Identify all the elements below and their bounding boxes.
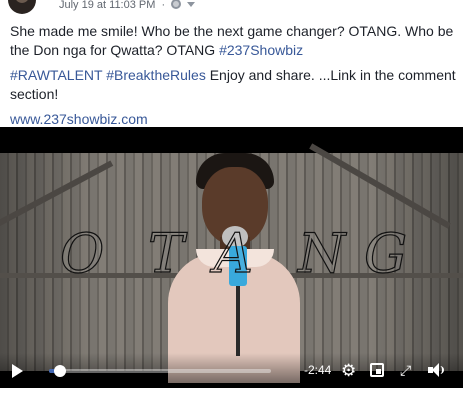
post-body: She made me smile! Who be the next game …: [10, 22, 460, 135]
hashtag-link[interactable]: #237Showbiz: [219, 42, 303, 58]
video-title-letter: N: [297, 222, 346, 285]
post-meta: July 19 at 11:03 PM ·: [59, 0, 196, 11]
post-footer-spacer: [0, 388, 467, 400]
hashtag-link[interactable]: #BreaktheRules: [106, 67, 206, 83]
post-paragraph-2: #RAWTALENT #BreaktheRules Enjoy and shar…: [10, 66, 460, 104]
progress-bar[interactable]: [49, 365, 271, 377]
volume-cone: [432, 363, 439, 377]
video-title-letter: O: [59, 222, 105, 285]
fullscreen-icon[interactable]: ⤢: [400, 363, 411, 377]
avatar[interactable]: [8, 0, 36, 14]
gear-icon[interactable]: ⚙: [341, 362, 356, 379]
progress-handle[interactable]: [54, 365, 67, 377]
post-paragraph-1: She made me smile! Who be the next game …: [10, 22, 460, 60]
meta-separator: ·: [161, 0, 166, 11]
volume-icon[interactable]: [428, 363, 444, 377]
website-link[interactable]: www.237showbiz.com: [10, 111, 148, 127]
hashtag-link[interactable]: #RAWTALENT: [10, 67, 102, 83]
post-timestamp[interactable]: July 19 at 11:03 PM: [59, 0, 155, 11]
volume-waves: [440, 366, 444, 374]
time-remaining: -2:44: [304, 363, 332, 377]
chevron-down-icon[interactable]: [187, 2, 196, 7]
picture-in-picture-icon[interactable]: [370, 363, 384, 377]
video-player[interactable]: O T A N G -2:44 ⚙ ⤢: [0, 127, 463, 388]
video-title-letter: T: [147, 222, 185, 285]
microphone-stand: [236, 286, 240, 356]
video-title-letter: G: [363, 222, 408, 285]
globe-icon[interactable]: [171, 0, 182, 9]
post-paragraph-2-text: #RAWTALENT #BreaktheRules Enjoy and shar…: [10, 67, 456, 102]
play-icon[interactable]: [12, 364, 23, 378]
video-title-letter: A: [213, 222, 253, 285]
video-controls: -2:44 ⚙ ⤢: [0, 353, 463, 388]
post-header: July 19 at 11:03 PM ·: [0, 0, 467, 14]
